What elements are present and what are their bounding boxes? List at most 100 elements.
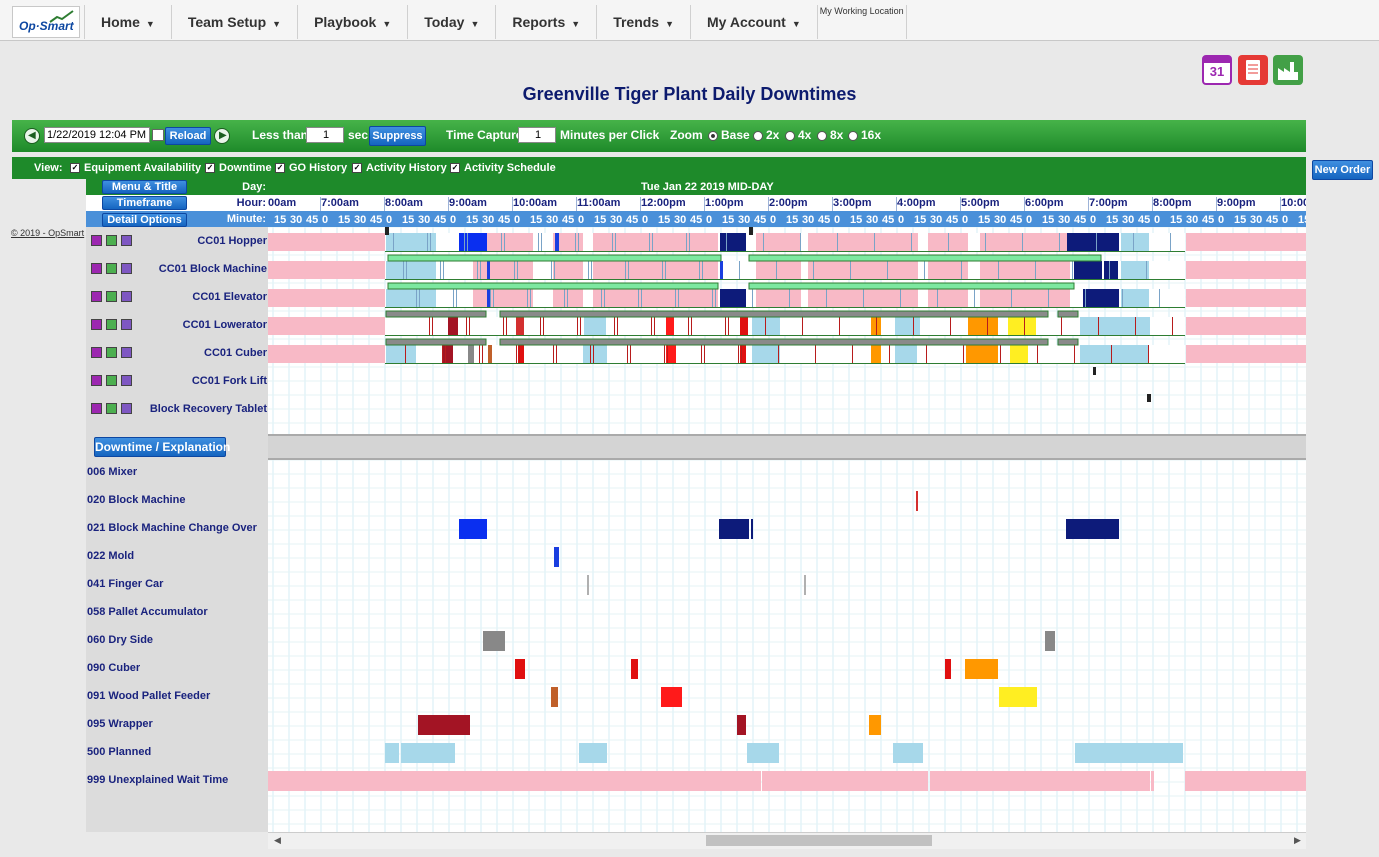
scroll-left-icon[interactable]: ◀ bbox=[274, 835, 281, 846]
planned-segment bbox=[1080, 345, 1148, 363]
minute-tick-label: 45 bbox=[1010, 214, 1023, 226]
downtime-reason-label[interactable]: 058 Pallet Accumulator bbox=[87, 606, 208, 618]
stop-stripe bbox=[1122, 289, 1123, 307]
hour-tick-label: 4:00pm bbox=[897, 197, 936, 209]
menu-my-account[interactable]: My Account ▼ bbox=[690, 5, 817, 39]
stop-stripe bbox=[1000, 345, 1001, 363]
minute-tick-label: 15 bbox=[274, 214, 287, 226]
reload-button[interactable]: Reload bbox=[165, 127, 211, 145]
equipment-timeline-chart[interactable] bbox=[268, 227, 1306, 434]
unexplained-segment bbox=[1186, 289, 1306, 307]
menu-reports[interactable]: Reports ▼ bbox=[495, 5, 596, 39]
menu-home[interactable]: Home ▼ bbox=[84, 5, 171, 39]
datetime-input[interactable]: 1/22/2019 12:04 PM bbox=[44, 127, 150, 143]
working-location[interactable]: My Working Location bbox=[816, 5, 907, 39]
downtime-reason-label[interactable]: 091 Wood Pallet Feeder bbox=[87, 690, 210, 702]
stop-stripe bbox=[554, 261, 555, 279]
downtime-reason-label[interactable]: 999 Unexplained Wait Time bbox=[87, 774, 228, 786]
view-go-history-checkbox[interactable]: ✓ GO History bbox=[275, 162, 347, 174]
stop-stripe bbox=[741, 345, 742, 363]
downtime-reason-label[interactable]: 060 Dry Side bbox=[87, 634, 153, 646]
running-segment bbox=[385, 345, 1185, 363]
view-activity-history-checkbox[interactable]: ✓ Activity History bbox=[352, 162, 447, 174]
stop-stripe bbox=[615, 233, 616, 251]
minutes-per-click-label: Minutes per Click bbox=[560, 128, 660, 142]
downtime-reason-label[interactable]: 021 Block Machine Change Over bbox=[87, 522, 257, 534]
detail-options-button[interactable]: Detail Options bbox=[102, 213, 187, 227]
stop-stripe bbox=[961, 261, 962, 279]
equipment-label[interactable]: Block Recovery Tablet bbox=[86, 403, 267, 415]
equipment-label[interactable]: CC01 Cuber bbox=[86, 347, 267, 359]
menu-team-setup[interactable]: Team Setup ▼ bbox=[170, 5, 297, 39]
zoom-8x-radio[interactable]: 8x bbox=[817, 128, 843, 142]
minute-tick-label: 45 bbox=[370, 214, 383, 226]
time-capture-input[interactable]: 1 bbox=[518, 127, 556, 143]
less-than-input[interactable]: 1 bbox=[306, 127, 344, 143]
view-equipment-availability-checkbox[interactable]: ✓ Equipment Availability bbox=[70, 162, 201, 174]
go-history-bar bbox=[499, 310, 1049, 318]
downtime-reason-bar bbox=[554, 547, 559, 567]
timeframe-button[interactable]: Timeframe bbox=[102, 196, 187, 210]
minute-tick-label: 30 bbox=[1122, 214, 1135, 226]
next-arrow-icon[interactable]: ▶ bbox=[214, 128, 230, 144]
go-history-bar bbox=[385, 338, 487, 346]
zoom-16x-radio[interactable]: 16x bbox=[848, 128, 881, 142]
equipment-label[interactable]: CC01 Lowerator bbox=[86, 319, 267, 331]
copyright-link[interactable]: © 2019 - OpSmart bbox=[11, 228, 84, 238]
zoom-4x-radio[interactable]: 4x bbox=[785, 128, 811, 142]
downtime-reason-label[interactable]: 041 Finger Car bbox=[87, 578, 163, 590]
go-history-bar bbox=[1057, 310, 1079, 318]
planned-segment bbox=[583, 345, 607, 363]
unexplained-segment bbox=[928, 289, 968, 307]
planned-segment bbox=[386, 289, 436, 307]
downtime-reason-chart[interactable] bbox=[268, 460, 1306, 832]
equipment-label[interactable]: CC01 Elevator bbox=[86, 291, 267, 303]
hour-tick-label: 00am bbox=[268, 197, 297, 209]
downtime-reason-bar bbox=[804, 575, 806, 595]
equipment-label[interactable]: CC01 Block Machine bbox=[86, 263, 267, 275]
suppress-button[interactable]: Suppress bbox=[369, 126, 426, 146]
downtime-reason-label[interactable]: 095 Wrapper bbox=[87, 718, 153, 730]
report-icon[interactable] bbox=[1238, 55, 1268, 85]
unexplained-segment bbox=[1186, 261, 1306, 279]
hour-divider bbox=[896, 197, 897, 211]
menu-today[interactable]: Today ▼ bbox=[407, 5, 495, 39]
zoom-2x-radio[interactable]: 2x bbox=[753, 128, 779, 142]
downtime-explanation-button[interactable]: Downtime / Explanation bbox=[94, 437, 230, 457]
stop-stripe bbox=[1133, 233, 1134, 251]
opsmart-logo[interactable]: Op·Smart bbox=[12, 6, 80, 38]
horizontal-scrollbar[interactable]: ◀ ▶ bbox=[268, 832, 1306, 849]
menu-trends[interactable]: Trends ▼ bbox=[596, 5, 690, 39]
scrollbar-thumb[interactable] bbox=[706, 835, 932, 846]
stop-stripe bbox=[852, 345, 853, 363]
downtime-reason-svg bbox=[268, 460, 1306, 832]
minute-tick-label: 0 bbox=[322, 214, 329, 226]
activity-marker bbox=[1147, 394, 1151, 402]
calendar-picker-icon[interactable] bbox=[152, 129, 164, 141]
factory-icon[interactable] bbox=[1273, 55, 1303, 85]
calendar-icon[interactable]: 31 bbox=[1202, 55, 1232, 85]
downtime-reason-label[interactable]: 006 Mixer bbox=[87, 466, 137, 478]
view-downtime-checkbox[interactable]: ✓ Downtime bbox=[205, 162, 272, 174]
downtime-reason-label[interactable]: 090 Cuber bbox=[87, 662, 140, 674]
minute-tick-label: 30 bbox=[610, 214, 623, 226]
downtime-reason-label[interactable]: 022 Mold bbox=[87, 550, 134, 562]
new-order-button[interactable]: New Order bbox=[1312, 160, 1373, 180]
scroll-right-icon[interactable]: ▶ bbox=[1294, 835, 1301, 846]
downtime-reason-label[interactable]: 020 Block Machine bbox=[87, 494, 185, 506]
previous-arrow-icon[interactable]: ◀ bbox=[24, 128, 40, 144]
equipment-label[interactable]: CC01 Hopper bbox=[86, 235, 267, 247]
downtime-reason-label[interactable]: 500 Planned bbox=[87, 746, 151, 758]
stop-stripe bbox=[516, 345, 517, 363]
hour-divider bbox=[1152, 197, 1153, 211]
menu-title-button[interactable]: Menu & Title bbox=[102, 180, 187, 194]
stop-stripe bbox=[527, 289, 528, 307]
stop-stripe bbox=[641, 289, 642, 307]
hour-divider bbox=[960, 197, 961, 211]
zoom-base-radio[interactable]: Base bbox=[708, 128, 750, 142]
equipment-label[interactable]: CC01 Fork Lift bbox=[86, 375, 267, 387]
view-activity-schedule-checkbox[interactable]: ✓ Activity Schedule bbox=[450, 162, 556, 174]
planned-segment bbox=[895, 345, 917, 363]
menu-playbook[interactable]: Playbook ▼ bbox=[297, 5, 407, 39]
change-over-segment bbox=[720, 233, 746, 251]
